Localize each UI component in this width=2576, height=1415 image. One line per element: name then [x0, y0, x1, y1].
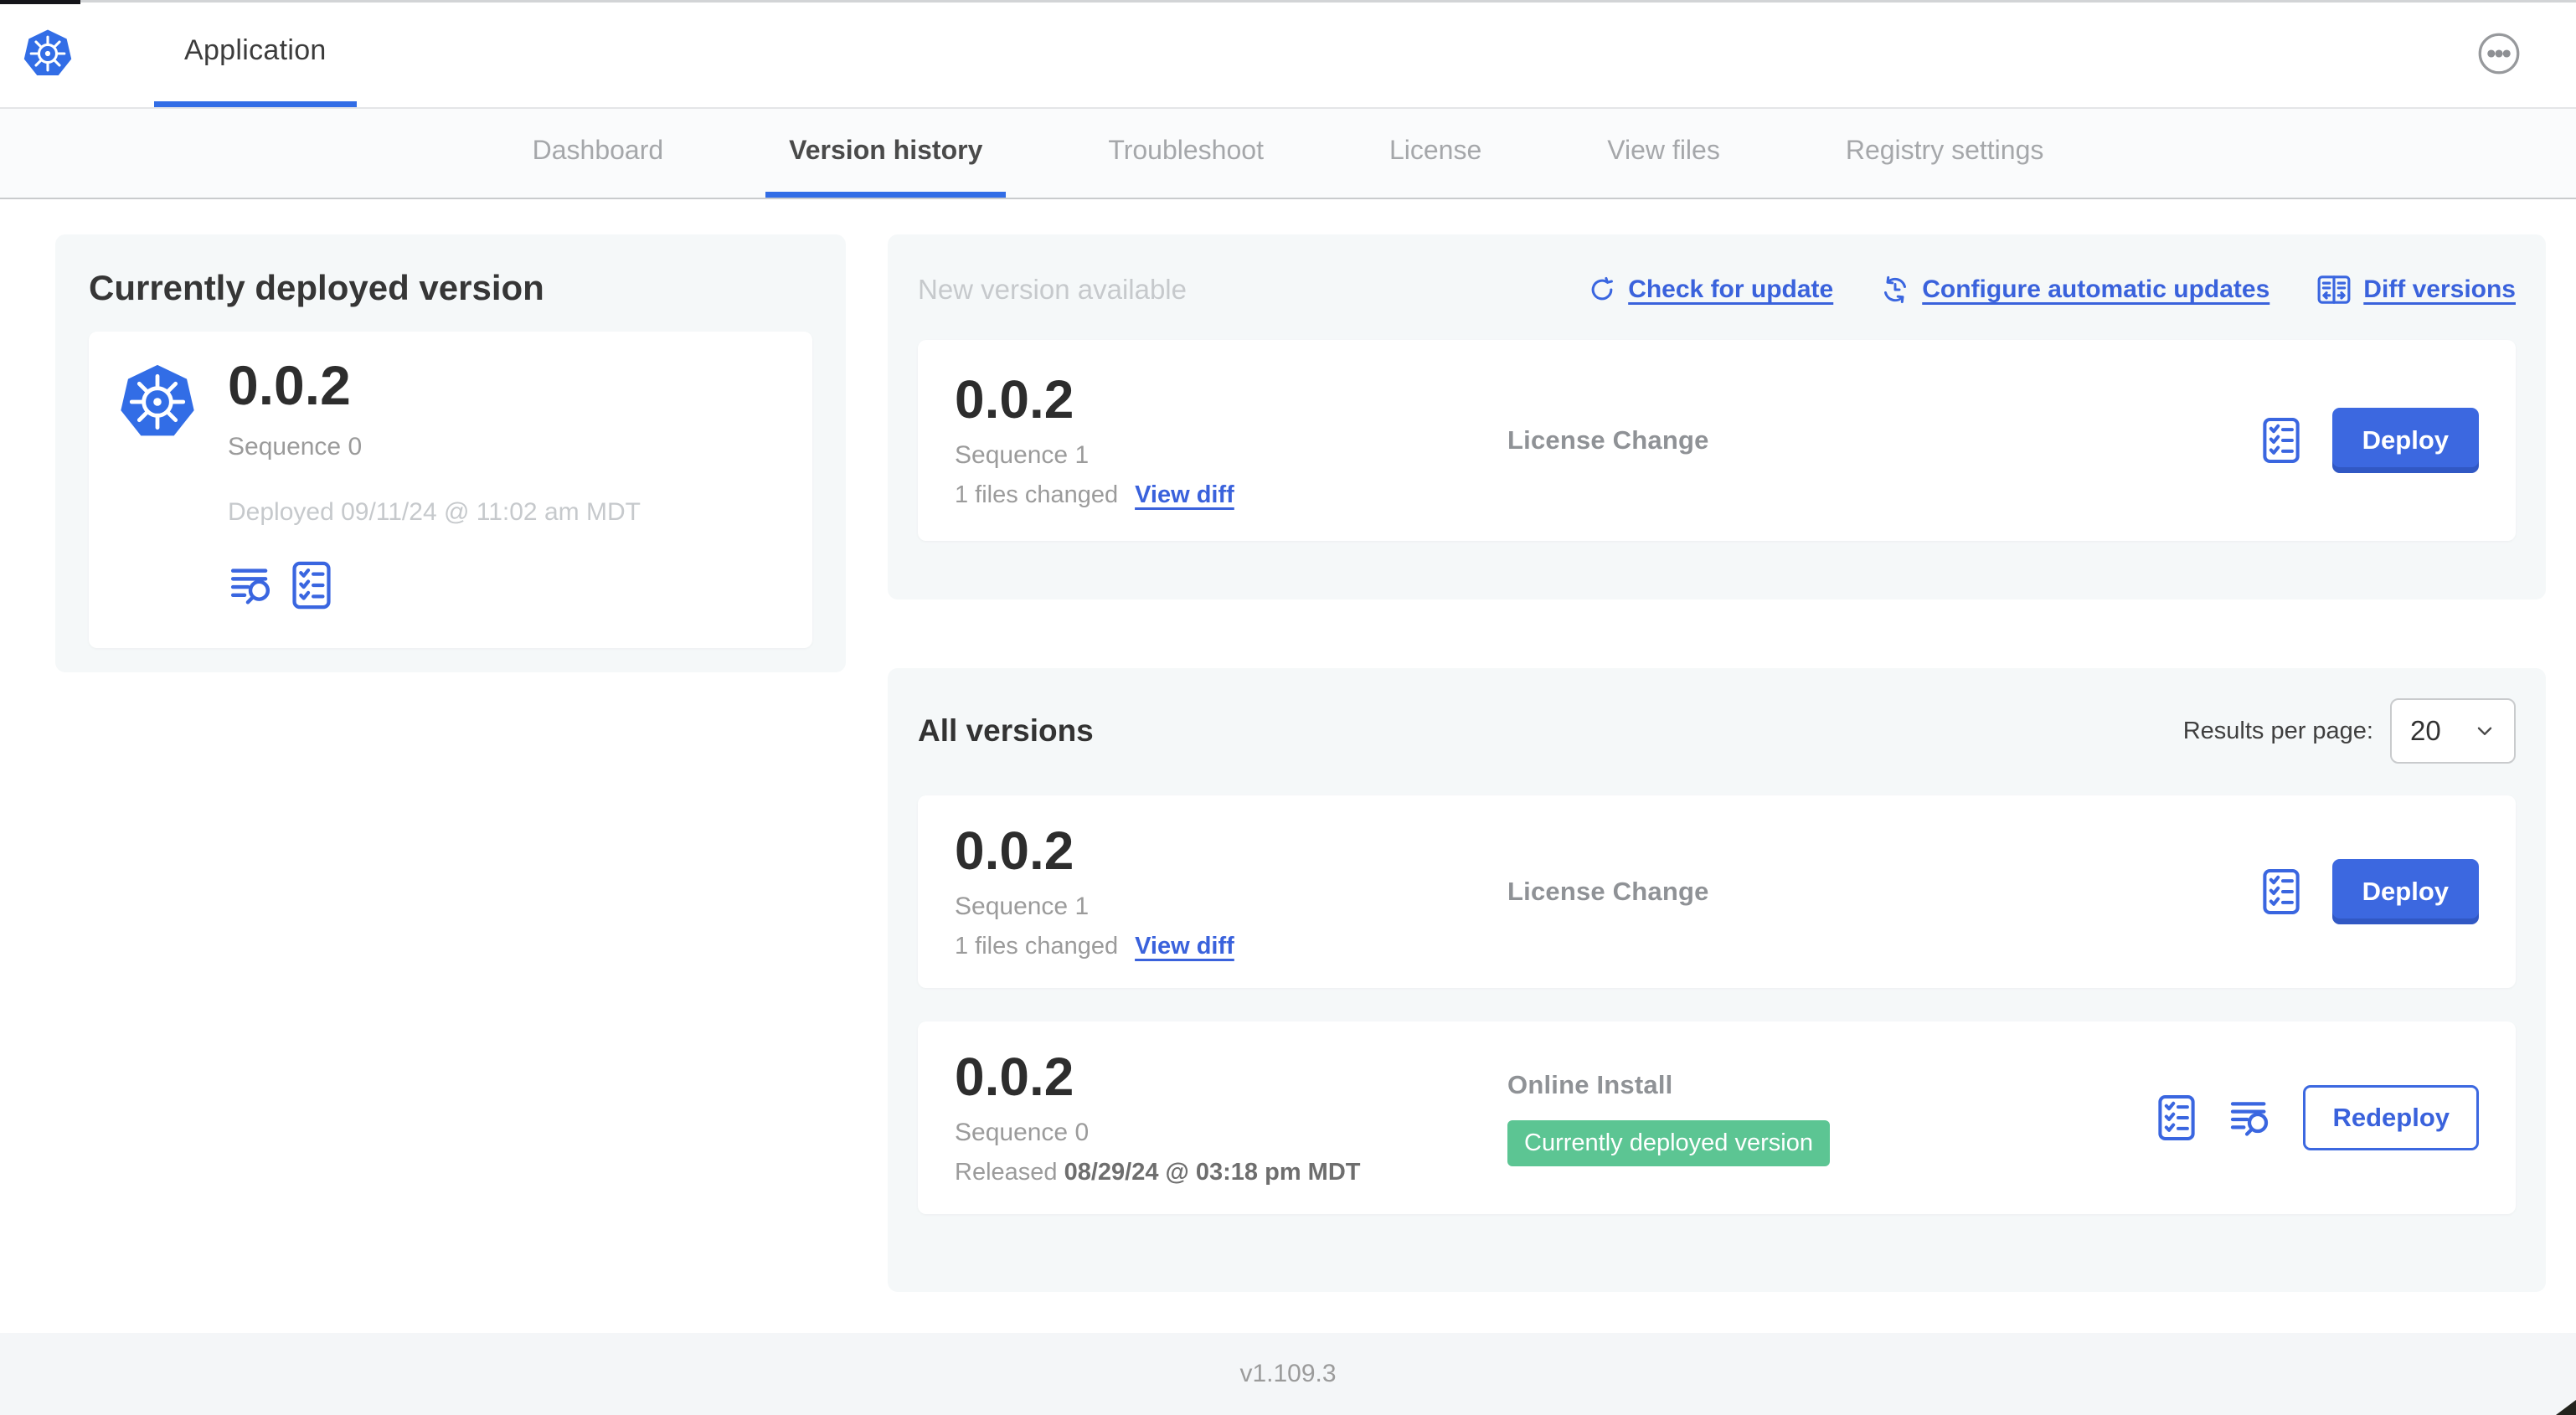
version-source: Online Install — [1507, 1069, 1673, 1099]
tab-version-history[interactable]: Version history — [765, 109, 1007, 198]
files-changed: 1 files changed — [955, 933, 1119, 960]
console-version: v1.109.3 — [1239, 1360, 1337, 1387]
checklist-icon — [2157, 1093, 2196, 1142]
checklist-icon — [2262, 867, 2300, 916]
diff-icon — [2317, 275, 2351, 304]
tab-troubleshoot[interactable]: Troubleshoot — [1084, 109, 1287, 198]
version-number: 0.0.2 — [955, 820, 1074, 881]
all-versions-panel: All versions Results per page: 20 0.0.2 … — [888, 668, 2546, 1292]
results-per-page-select[interactable]: 20 — [2390, 698, 2516, 764]
tab-license[interactable]: License — [1366, 109, 1505, 198]
version-sequence: Sequence 1 — [955, 893, 1090, 921]
window-top-edge — [0, 0, 2576, 3]
version-source: License Change — [1507, 877, 1709, 906]
app-logo — [22, 0, 74, 107]
app-header: Application — [0, 0, 2576, 109]
configure-automatic-updates-link[interactable]: Configure automatic updates — [1880, 275, 2269, 305]
version-source: License Change — [1507, 425, 1709, 455]
version-row: 0.0.2 Sequence 1 1 files changed View di… — [918, 795, 2516, 988]
overflow-menu-button[interactable] — [2477, 32, 2521, 75]
new-version-title: New version available — [918, 274, 1187, 305]
tab-dashboard[interactable]: Dashboard — [509, 109, 688, 198]
footer: v1.109.3 — [0, 1333, 2576, 1415]
tab-registry-settings[interactable]: Registry settings — [1822, 109, 2068, 198]
preflight-checks-button[interactable] — [2262, 416, 2300, 465]
checklist-icon — [2262, 416, 2300, 465]
view-diff-link[interactable]: View diff — [1135, 933, 1234, 960]
logs-icon — [2228, 1098, 2271, 1138]
window-top-edge-dark — [0, 0, 80, 4]
preflight-checks-button[interactable] — [2157, 1093, 2196, 1142]
page-tabs: Dashboard Version history Troubleshoot L… — [0, 109, 2576, 199]
diff-versions-link[interactable]: Diff versions — [2316, 274, 2516, 306]
new-version-card: 0.0.2 Sequence 1 1 files changed View di… — [918, 340, 2516, 541]
currently-deployed-badge: Currently deployed version — [1507, 1119, 1830, 1166]
view-logs-button[interactable] — [228, 564, 273, 606]
deployed-version-number: 0.0.2 — [228, 354, 351, 416]
logs-icon — [228, 564, 273, 606]
clock-sync-icon — [1884, 275, 1907, 304]
kubernetes-app-icon — [117, 360, 198, 444]
deployed-timestamp: Deployed 09/11/24 @ 11:02 am MDT — [228, 498, 641, 527]
view-logs-button[interactable] — [2228, 1098, 2271, 1138]
kubernetes-logo-icon — [23, 28, 73, 77]
version-number: 0.0.2 — [955, 368, 1074, 430]
ellipsis-icon — [2478, 33, 2520, 75]
redeploy-button[interactable]: Redeploy — [2303, 1085, 2479, 1150]
version-sequence: Sequence 1 — [955, 441, 1090, 470]
version-row: 0.0.2 Sequence 0 Released 08/29/24 @ 03:… — [918, 1021, 2516, 1214]
version-number: 0.0.2 — [955, 1046, 1074, 1107]
checklist-icon — [291, 560, 332, 610]
deploy-button[interactable]: Deploy — [2331, 859, 2479, 924]
files-changed: 1 files changed — [955, 481, 1119, 509]
new-version-panel: New version available Check for update C… — [888, 234, 2546, 599]
results-per-page-label: Results per page: — [2182, 717, 2373, 744]
tab-view-files[interactable]: View files — [1584, 109, 1744, 198]
view-diff-link[interactable]: View diff — [1135, 481, 1234, 509]
chevron-down-icon — [2477, 727, 2492, 735]
deployed-sequence: Sequence 0 — [228, 433, 363, 461]
all-versions-title: All versions — [918, 713, 1094, 748]
currently-deployed-title: Currently deployed version — [89, 268, 544, 307]
check-for-update-link[interactable]: Check for update — [1588, 275, 1833, 304]
app-tab-label: Application — [184, 34, 327, 66]
deploy-button[interactable]: Deploy — [2331, 408, 2479, 473]
preflight-checks-button[interactable] — [2262, 867, 2300, 916]
version-sequence: Sequence 0 — [955, 1119, 1090, 1147]
app-tab[interactable]: Application — [154, 0, 357, 107]
currently-deployed-card: 0.0.2 Sequence 0 Deployed 09/11/24 @ 11:… — [89, 332, 812, 648]
preflight-checks-button[interactable] — [291, 560, 332, 610]
released-timestamp: Released 08/29/24 @ 03:18 pm MDT — [955, 1159, 1361, 1186]
refresh-icon — [1591, 276, 1614, 301]
currently-deployed-panel: Currently deployed version 0.0.2 Sequenc… — [55, 234, 846, 672]
